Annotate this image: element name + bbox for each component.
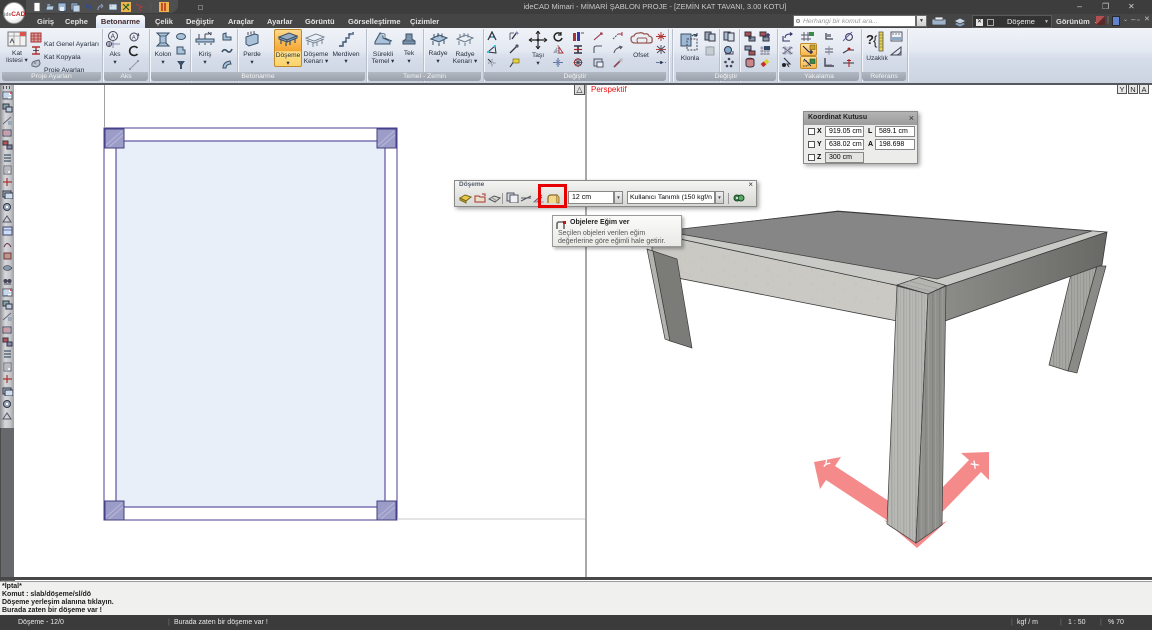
svg-text:A: A [111,34,116,41]
svg-text:{: { [873,33,878,48]
svg-text:A: A [132,35,136,41]
